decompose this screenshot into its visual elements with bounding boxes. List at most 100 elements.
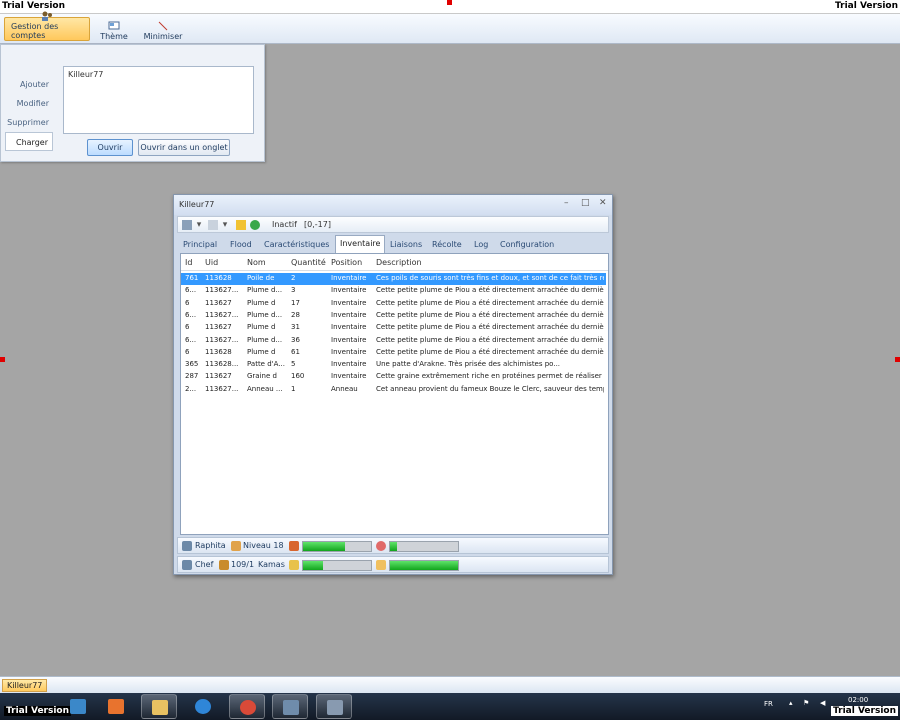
tab-recolte[interactable]: Récolte: [432, 238, 462, 253]
resize-handle[interactable]: [447, 0, 452, 5]
tab-inventaire[interactable]: Inventaire: [335, 235, 386, 253]
table-row[interactable]: 6 113627 Plume d 17 Inventaire Cette petite p…: [181, 298, 606, 310]
column-header-id[interactable]: Id: [185, 258, 192, 267]
tray-arrow-icon[interactable]: ▴: [789, 699, 793, 707]
table-cell-desc: Cette graine extrêmement riche en protéi…: [376, 372, 604, 381]
clock[interactable]: 02:00: [848, 696, 868, 704]
column-header-description[interactable]: Description: [376, 258, 422, 267]
close-window-button[interactable]: ✕: [599, 198, 607, 208]
map-coords: [0,-17]: [304, 220, 331, 229]
table-row[interactable]: 6 113628 Plume d 61 Inventaire Cette petite p…: [181, 347, 606, 359]
table-cell-desc: Une patte d'Arakne. Très prisée des alch…: [376, 360, 561, 369]
table-cell-pos: Inventaire: [331, 274, 367, 282]
language-indicator[interactable]: FR: [764, 700, 773, 708]
volume-icon[interactable]: ◀: [820, 699, 825, 707]
theme-button[interactable]: Thème: [94, 17, 134, 41]
taskbar-app[interactable]: [272, 694, 308, 719]
experience-icon: [376, 541, 386, 551]
dropdown-arrow-icon[interactable]: ▾: [194, 220, 204, 230]
dropdown-arrow-icon[interactable]: ▾: [220, 220, 230, 230]
account-list[interactable]: Killeur77: [63, 66, 254, 134]
table-row[interactable]: 2... 113627... Anneau ... 1 Anneau Cet anneau…: [181, 384, 606, 396]
table-row[interactable]: 6... 113627... Plume d... 3 Inventaire Cette …: [181, 285, 606, 297]
folder-icon[interactable]: [236, 220, 246, 230]
table-cell-qty: 36: [291, 335, 300, 344]
menu-item-add[interactable]: Ajouter: [5, 75, 53, 94]
window-title: Killeur77: [179, 200, 215, 209]
tab-log[interactable]: Log: [474, 238, 488, 253]
trial-watermark: Trial Version: [834, 1, 898, 11]
table-row[interactable]: 6... 113627... Plume d... 28 Inventaire Cette…: [181, 310, 606, 322]
chrome-icon: [240, 700, 256, 715]
window-tabs: Principal Flood Caractéristiques Inventa…: [177, 235, 609, 253]
column-header-position[interactable]: Position: [331, 258, 362, 267]
column-header-quantity[interactable]: Quantité: [291, 258, 326, 267]
taskbar-app[interactable]: [60, 694, 96, 719]
table-cell-id: 6...: [185, 286, 197, 295]
resize-handle[interactable]: [0, 357, 5, 362]
menu-item-delete[interactable]: Supprimer: [5, 113, 53, 132]
open-in-tab-button[interactable]: Ouvrir dans un onglet: [138, 139, 230, 156]
accounts-button[interactable]: Gestion des comptes: [4, 11, 90, 41]
tab-flood[interactable]: Flood: [230, 238, 252, 253]
table-cell-qty: 1: [291, 384, 296, 393]
table-cell-desc: Cette petite plume de Piou a été directe…: [376, 347, 604, 356]
experience-bar: [389, 541, 459, 552]
table-cell-desc: Cette petite plume de Piou a été directe…: [376, 310, 604, 319]
open-button[interactable]: Ouvrir: [87, 139, 133, 156]
table-cell-qty: 31: [291, 323, 300, 332]
taskbar-app[interactable]: [229, 694, 265, 719]
account-tab[interactable]: Killeur77: [2, 679, 48, 692]
account-list-item[interactable]: Killeur77: [68, 70, 249, 79]
taskbar-app[interactable]: [316, 694, 352, 719]
table-cell-nom: Patte d'A...: [247, 360, 285, 369]
resize-handle[interactable]: [895, 357, 900, 362]
table-row[interactable]: 365 113628... Patte d'A... 5 Inventaire Une p…: [181, 359, 606, 371]
menu-item-load[interactable]: Charger: [5, 132, 53, 151]
tab-caracteristiques[interactable]: Caractéristiques: [264, 238, 329, 253]
experience-bar-fill: [390, 542, 397, 551]
table-cell-qty: 61: [291, 347, 300, 356]
tab-configuration[interactable]: Configuration: [500, 238, 554, 253]
minimize-button[interactable]: Minimiser: [140, 17, 186, 41]
leader-icon: [182, 560, 192, 570]
job-icon: [376, 560, 386, 570]
tab-liaisons[interactable]: Liaisons: [390, 238, 422, 253]
leaf-icon[interactable]: [250, 220, 260, 230]
window-title-bar[interactable]: Killeur77 – □ ✕: [174, 195, 612, 215]
pods-value: 109/1: [231, 560, 255, 569]
minimize-window-button[interactable]: –: [564, 198, 569, 208]
app-window-icon: [283, 700, 299, 715]
table-cell-nom: Plume d: [247, 298, 276, 307]
column-header-uid[interactable]: Uid: [205, 258, 218, 267]
taskbar-app[interactable]: [98, 694, 134, 719]
level-icon: [231, 541, 241, 551]
taskbar-app[interactable]: [185, 694, 221, 719]
character-icon[interactable]: [182, 220, 192, 230]
table-cell-nom: Plume d...: [247, 310, 283, 319]
trial-watermark: Trial Version: [830, 706, 898, 716]
resources-status-bar: Chef 109/1 Kamas: [177, 556, 609, 573]
menu-item-edit[interactable]: Modifier: [5, 94, 53, 113]
table-cell-nom: Plume d...: [247, 335, 283, 344]
table-cell-id: 365: [185, 360, 199, 369]
pods-icon: [219, 560, 229, 570]
column-header-name[interactable]: Nom: [247, 258, 266, 267]
flag-icon[interactable]: ⚑: [803, 699, 809, 707]
table-row[interactable]: 6... 113627... Plume d... 36 Inventaire Cette…: [181, 335, 606, 347]
table-row[interactable]: 761 113628 Poile de 2 Inventaire Ces poils de…: [181, 273, 606, 285]
tab-principal[interactable]: Principal: [183, 238, 217, 253]
table-cell-uid: 113627...: [205, 310, 239, 319]
table-row[interactable]: 6 113627 Plume d 31 Inventaire Cette petite p…: [181, 322, 606, 334]
table-row[interactable]: 287 113627 Graine d 160 Inventaire Cette grai…: [181, 371, 606, 383]
window-toolbar: ▾ ▾ Inactif [0,-17]: [177, 216, 609, 233]
table-cell-pos: Inventaire: [331, 323, 367, 332]
table-cell-nom: Graine d: [247, 372, 277, 381]
table-cell-id: 287: [185, 372, 199, 381]
table-cell-pos: Inventaire: [331, 286, 367, 295]
energy-icon: [289, 560, 299, 570]
table-cell-id: 6...: [185, 335, 197, 344]
document-icon[interactable]: [208, 220, 218, 230]
maximize-window-button[interactable]: □: [581, 198, 590, 208]
taskbar-app[interactable]: [141, 694, 177, 719]
